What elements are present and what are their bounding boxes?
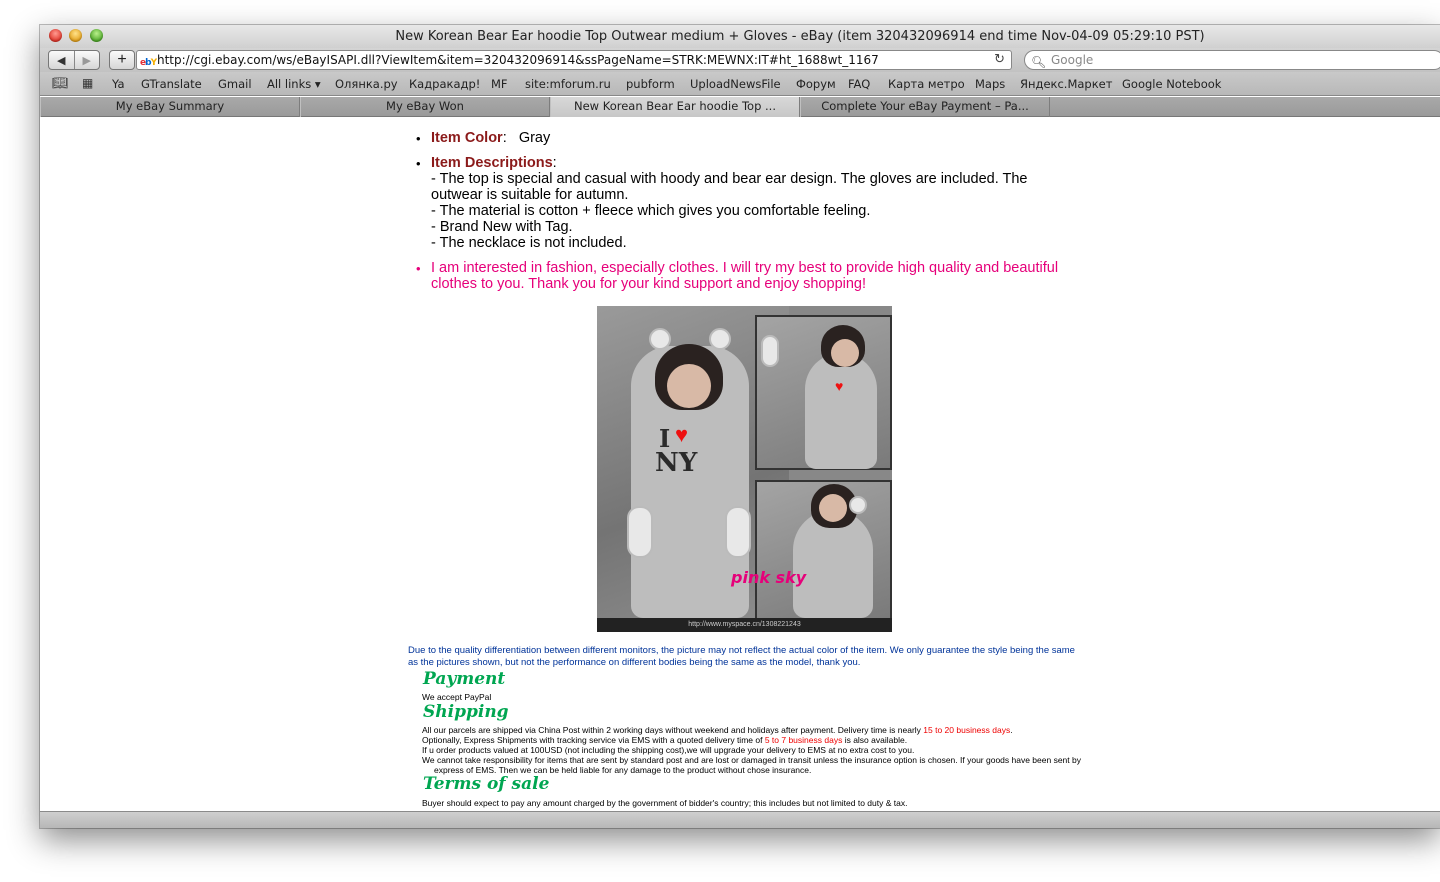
bookmark-forum[interactable]: Форум: [796, 77, 836, 91]
description-line: - Brand New with Tag.: [431, 219, 573, 235]
bookmark-mf[interactable]: MF: [491, 77, 508, 91]
shipping-text: All our parcels are shipped via China Po…: [422, 725, 1082, 775]
back-model-photo: [755, 480, 892, 620]
back-button[interactable]: ◀: [49, 51, 74, 69]
terms-heading: Terms of sale: [423, 774, 550, 794]
tab-ebay-payment[interactable]: Complete Your eBay Payment – Pa...: [800, 97, 1050, 117]
url-text: http://cgi.ebay.com/ws/eBayISAPI.dll?Vie…: [157, 53, 879, 67]
bookmark-gtranslate[interactable]: GTranslate: [141, 77, 202, 91]
browser-window: New Korean Bear Ear hoodie Top Outwear m…: [40, 25, 1440, 828]
description-line: - The top is special and casual with hoo…: [431, 171, 1028, 203]
shipping-line: Optionally, Express Shipments with track…: [422, 735, 908, 745]
bookmark-maps[interactable]: Maps: [975, 77, 1005, 91]
search-placeholder: Google: [1051, 53, 1094, 67]
bookmarks-bar: 📖︎ ▦ Ya GTranslate Gmail All links ▾ Оля…: [40, 72, 1440, 96]
bookmark-olyanka[interactable]: Олянка.ру: [335, 77, 398, 91]
item-descriptions-label: Item Descriptions: [431, 155, 553, 171]
bookmark-pubform[interactable]: pubform: [626, 77, 675, 91]
shipping-line: We cannot take responsibility for items …: [422, 755, 1081, 775]
color-disclaimer: Due to the quality differentiation betwe…: [408, 645, 1075, 668]
bookmarks-book-icon[interactable]: 📖︎: [52, 76, 69, 91]
page-viewport: Item Color: Gray Item Descriptions: - Th…: [40, 118, 1440, 811]
status-bar: [40, 811, 1440, 828]
window-title: New Korean Bear Ear hoodie Top Outwear m…: [395, 29, 1205, 44]
browser-toolbar: ◀ ▶ + ebY http://cgi.ebay.com/ws/eBayISA…: [40, 48, 1440, 72]
zoom-window-button[interactable]: [90, 29, 103, 42]
side-model-photo: ♥: [755, 315, 892, 470]
search-icon: 🔍︎: [1031, 55, 1047, 69]
item-descriptions: Item Descriptions: - The top is special …: [416, 155, 1080, 251]
title-bar: New Korean Bear Ear hoodie Top Outwear m…: [40, 25, 1440, 48]
bookmark-ya[interactable]: Ya: [112, 77, 125, 91]
bookmark-faq[interactable]: FAQ: [848, 77, 870, 91]
tab-listing[interactable]: New Korean Bear Ear hoodie Top ...: [550, 97, 800, 117]
bookmark-gmail[interactable]: Gmail: [218, 77, 252, 91]
address-bar[interactable]: ebY http://cgi.ebay.com/ws/eBayISAPI.dll…: [136, 50, 1012, 70]
item-color: Item Color: Gray: [416, 130, 1080, 147]
product-photo[interactable]: I ♥ NY ♥ pink sky http://www.myspace.cn/…: [597, 306, 892, 632]
photo-watermark: pink sky: [731, 568, 807, 587]
nav-buttons: ◀ ▶: [48, 50, 100, 70]
bookmark-metro-map[interactable]: Карта метро: [888, 77, 965, 91]
seller-note: I am interested in fashion, especially c…: [416, 260, 1080, 292]
bookmark-site-mforum[interactable]: site:mforum.ru: [525, 77, 611, 91]
close-window-button[interactable]: [49, 29, 62, 42]
photo-caption: http://www.myspace.cn/1308221243: [597, 618, 892, 632]
payment-text: We accept PayPal: [422, 692, 492, 702]
bookmark-kadrakadr[interactable]: Кадракадр!: [409, 77, 480, 91]
item-color-label: Item Color: [431, 130, 503, 146]
top-sites-grid-icon[interactable]: ▦: [82, 76, 93, 90]
bookmark-uploadnewsfile[interactable]: UploadNewsFile: [690, 77, 781, 91]
shipping-line: All our parcels are shipped via China Po…: [422, 725, 1013, 735]
terms-text: Buyer should expect to pay any amount ch…: [422, 798, 908, 808]
description-line: - The material is cotton + fleece which …: [431, 203, 871, 219]
item-details-list: Item Color: Gray Item Descriptions: - Th…: [416, 130, 1080, 301]
tab-bar: My eBay Summary My eBay Won New Korean B…: [40, 97, 1440, 117]
minimize-window-button[interactable]: [69, 29, 82, 42]
bookmark-yandex-market[interactable]: Яндекс.Маркет: [1020, 77, 1112, 91]
bookmark-all-links[interactable]: All links ▾: [267, 77, 321, 91]
shipping-heading: Shipping: [423, 702, 509, 722]
shipping-line: If u order products valued at 100USD (no…: [422, 745, 915, 755]
tab-my-ebay-summary[interactable]: My eBay Summary: [40, 97, 300, 117]
payment-heading: Payment: [423, 669, 506, 689]
add-bookmark-button[interactable]: +: [109, 50, 135, 70]
item-color-value: Gray: [518, 130, 551, 146]
search-input[interactable]: 🔍︎ Google: [1024, 50, 1440, 70]
forward-button[interactable]: ▶: [73, 51, 100, 69]
ebay-favicon-icon: ebY: [140, 58, 157, 68]
tab-my-ebay-won[interactable]: My eBay Won: [300, 97, 550, 117]
bookmark-google-notebook[interactable]: Google Notebook: [1122, 77, 1221, 91]
reload-icon[interactable]: ↻: [994, 51, 1005, 69]
listing-content: Item Color: Gray Item Descriptions: - Th…: [40, 118, 1440, 811]
description-line: - The necklace is not included.: [431, 235, 627, 251]
